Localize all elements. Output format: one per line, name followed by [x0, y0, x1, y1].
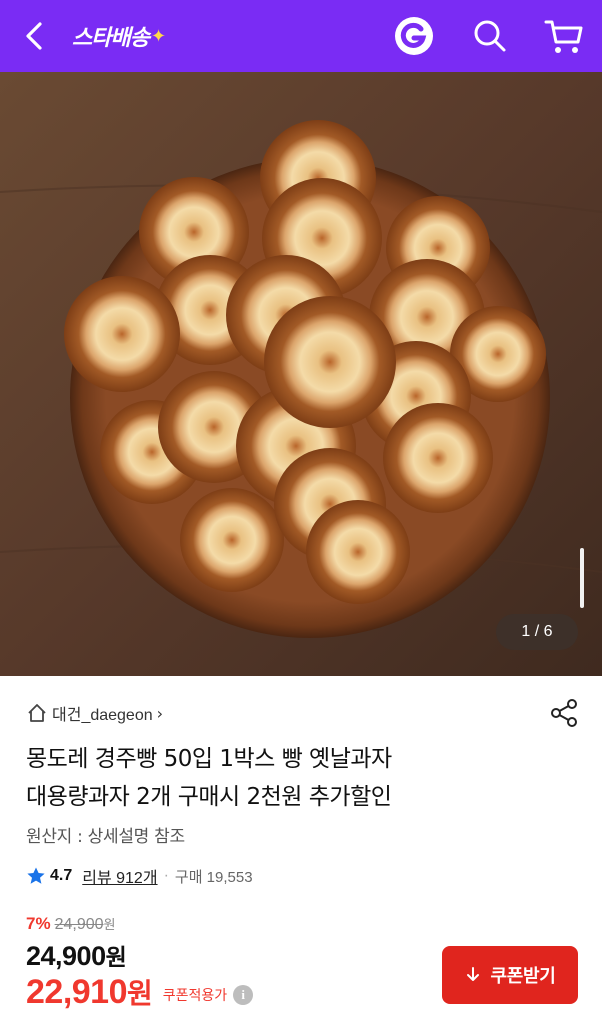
search-icon[interactable]	[470, 16, 510, 56]
star-delivery-logo[interactable]: 스타배송 ✦	[72, 18, 166, 54]
get-coupon-label: 쿠폰받기	[490, 966, 556, 987]
seller-name: 대건_daegeon	[52, 707, 153, 724]
original-price-unit: 원	[103, 917, 116, 932]
sale-price: 24,900원	[26, 938, 127, 972]
download-arrow-icon	[467, 967, 480, 981]
sale-price-amount: 24,900	[26, 941, 106, 971]
coupon-price-row: 22,910 원 쿠폰적용가 i	[26, 970, 254, 1014]
star-icon	[27, 867, 45, 884]
sale-price-unit: 원	[105, 945, 127, 971]
logo-text: 스타배송	[72, 26, 150, 51]
coupon-price-unit: 원	[127, 977, 153, 1010]
product-title: 몽도레 경주빵 50입 1박스 빵 옛날과자 대용량과자 2개 구매시 2천원 …	[26, 740, 586, 816]
original-price: 24,900	[54, 916, 104, 933]
back-arrow-icon[interactable]	[18, 18, 54, 54]
share-icon[interactable]	[548, 697, 580, 729]
separator-dot: ·	[163, 867, 169, 884]
rating-value: 4.7	[50, 867, 73, 884]
purchase-count: 구매 19,553	[174, 868, 253, 886]
get-coupon-button[interactable]: 쿠폰받기	[442, 946, 578, 1004]
origin-info: 원산지 : 상세설명 참조	[26, 827, 185, 847]
discount-row: 7% 24,900 원	[26, 914, 115, 936]
gmarket-g-icon[interactable]	[392, 14, 436, 58]
product-title-line2: 대용량과자 2개 구매시 2천원 추가할인	[26, 784, 392, 810]
rating-row: 4.7 리뷰 912개 · 구매 19,553	[26, 864, 253, 888]
sparkle-icon: ✦	[150, 25, 166, 47]
home-icon	[28, 704, 46, 722]
chevron-right-icon: ›	[156, 703, 164, 723]
product-title-line1: 몽도레 경주빵 50입 1박스 빵 옛날과자	[26, 746, 392, 772]
info-icon[interactable]: i	[233, 985, 254, 1005]
product-image[interactable]: 1 / 6	[0, 72, 602, 676]
top-app-bar: 스타배송 ✦	[0, 0, 602, 72]
cart-icon[interactable]	[542, 14, 586, 58]
image-page-indicator: 1 / 6	[496, 614, 578, 650]
scrollbar[interactable]	[580, 548, 584, 608]
discount-percent: 7%	[26, 914, 51, 933]
review-count-link[interactable]: 리뷰 912개	[82, 864, 157, 888]
product-photo-illustration	[0, 72, 602, 676]
coupon-applied-label: 쿠폰적용가	[162, 988, 228, 1004]
coupon-price-amount: 22,910	[26, 972, 128, 1011]
seller-link[interactable]: 대건_daegeon ›	[26, 700, 163, 726]
